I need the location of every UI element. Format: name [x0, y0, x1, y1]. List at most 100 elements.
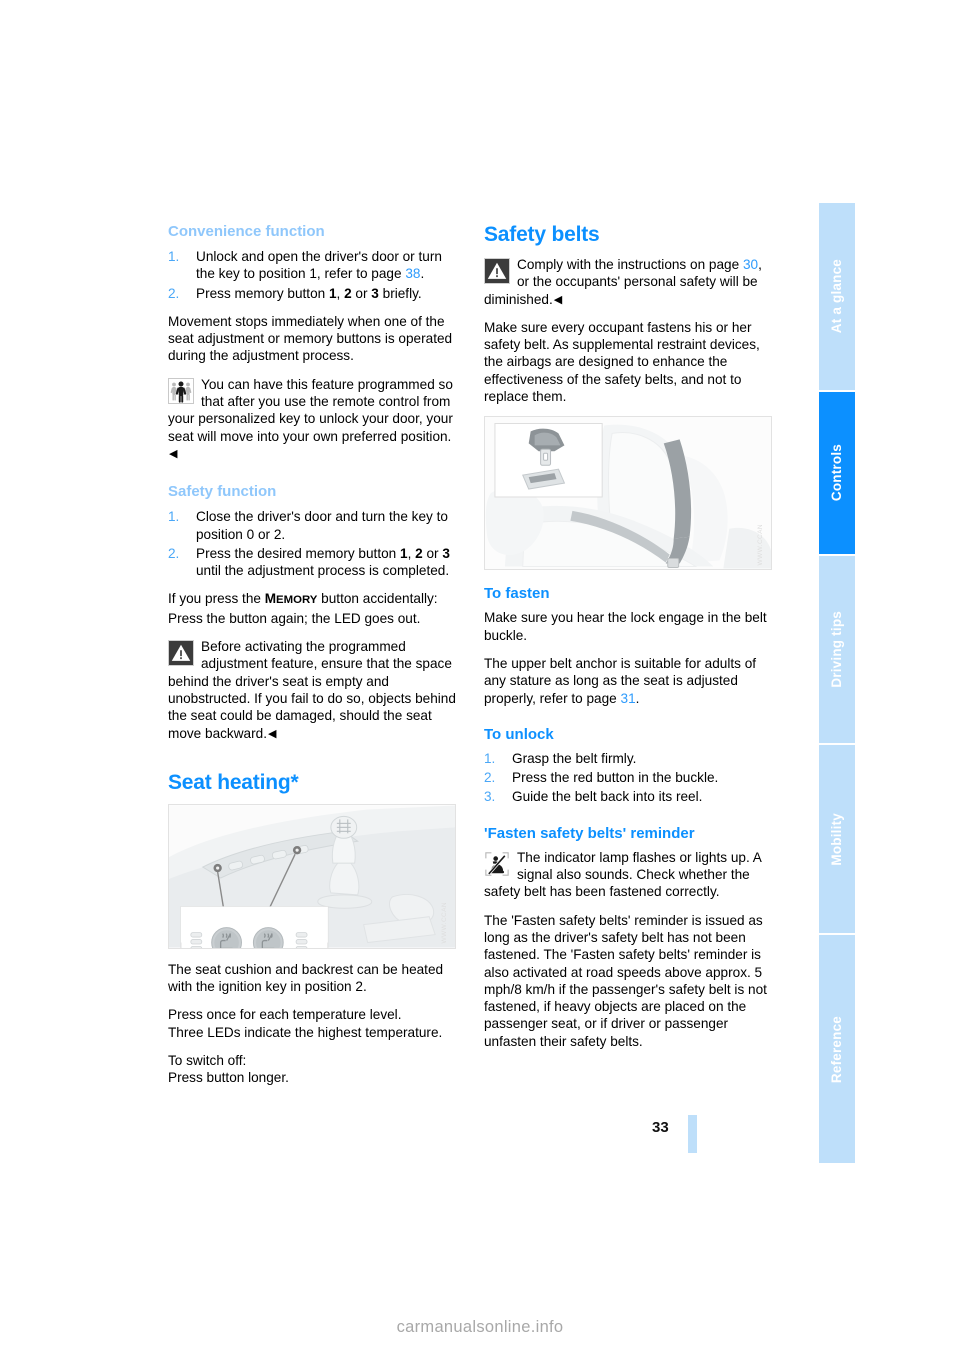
site-watermark: carmanualsonline.info — [396, 1318, 564, 1336]
tab-reference[interactable]: Reference — [819, 935, 855, 1164]
warning-triangle-icon — [484, 258, 510, 284]
end-of-note-mark: ◀ — [267, 727, 277, 740]
warning-text-a: Comply with the instructions on page — [517, 257, 743, 272]
step-text-tail: briefly. — [378, 285, 422, 301]
paragraph-to-fasten-1: Make sure you hear the lock engage in th… — [484, 610, 767, 643]
paragraph-reminder-details: The 'Fasten safety belts' reminder is is… — [484, 912, 767, 1049]
manual-page: At a glance Controls Driving tips Mobili… — [0, 0, 960, 1358]
safety-function-steps-list: 1. Close the driver's door and turn the k… — [168, 508, 456, 579]
memory-line-post: button accidentally: — [317, 591, 438, 607]
end-of-note-mark: ◀ — [169, 447, 178, 460]
button-label-1: 1 — [328, 285, 337, 301]
heading-safety-belts: Safety belts — [484, 223, 600, 246]
anchor-text-b: . — [635, 690, 640, 706]
step-number: 2. — [168, 545, 180, 561]
heading-to-fasten: To fasten — [484, 585, 550, 603]
press-once-line: Press once for each temperature level. — [168, 1007, 402, 1023]
step-number: 1. — [484, 750, 496, 766]
note-text: You can have this feature programmed so … — [168, 376, 453, 444]
step-text: Press the red button in the buckle. — [512, 770, 719, 786]
button-label-2: 2 — [415, 545, 423, 561]
heading-safety-function: Safety function — [168, 483, 277, 501]
separator: , — [336, 285, 345, 301]
step-number: 2. — [484, 770, 496, 786]
tab-at-a-glance[interactable]: At a glance — [819, 203, 855, 392]
memory-line-pre: If you press the — [168, 591, 265, 607]
step-text: Press the desired memory button — [196, 545, 400, 561]
end-of-note-mark: ◀ — [553, 293, 563, 306]
three-leds-line: Three LEDs indicate the highest temperat… — [168, 1024, 443, 1040]
figure-seat-heating-console: WWW.CCAN — [168, 803, 456, 949]
separator: or — [351, 285, 372, 301]
step-text: Close the driver's door and turn the key… — [196, 509, 448, 542]
button-label-3: 3 — [371, 285, 379, 301]
warning-comply-instructions: Comply with the instructions on page 30,… — [484, 256, 772, 308]
list-item: 3. Guide the belt back into its reel. — [484, 788, 772, 805]
tab-label: At a glance — [829, 259, 845, 334]
step-number: 1. — [168, 509, 180, 525]
button-label-2: 2 — [344, 285, 352, 301]
page-number-bar — [688, 1115, 697, 1153]
press-longer-line: Press button longer. — [168, 1070, 289, 1086]
paragraph-occupant-fastens: Make sure every occupant fastens his or … — [484, 319, 760, 405]
button-label-1: 1 — [400, 545, 408, 561]
list-item: 1. Unlock and open the driver's door or t… — [168, 248, 456, 283]
list-item: 2. Press memory button 1, 2 or 3 briefly. — [168, 285, 456, 302]
paragraph-to-fasten-2: The upper belt anchor is suitable for ad… — [484, 655, 772, 707]
list-item: 2. Press the red button in the buckle. — [484, 769, 772, 786]
page-reference[interactable]: 31 — [621, 691, 636, 706]
left-text-column: Convenience function 1. Unlock and open t… — [168, 222, 456, 1098]
step-text-tail: . — [420, 266, 425, 282]
heading-fasten-safety-belts-reminder: 'Fasten safety belts' reminder — [484, 824, 695, 842]
step-text: Grasp the belt firmly. — [512, 750, 637, 766]
paragraph-memory-accidental: If you press the MEMORY button accidenta… — [168, 590, 456, 627]
tab-controls[interactable]: Controls — [819, 391, 855, 556]
memory-line-2: Press the button again; the LED goes out… — [168, 610, 421, 626]
warning-programmed-adjustment: Before activating the programmed adjustm… — [168, 638, 456, 742]
list-item: 1. Grasp the belt firmly. — [484, 750, 772, 767]
step-number: 2. — [168, 285, 180, 301]
list-item: 1. Close the driver's door and turn the k… — [168, 508, 456, 543]
step-number: 1. — [168, 249, 180, 264]
page-number: 33 — [652, 1119, 669, 1136]
seatbelt-reminder-lamp-icon — [484, 851, 510, 877]
tab-label: Mobility — [829, 812, 845, 866]
note-personalized-key: You can have this feature programmed so … — [168, 376, 456, 462]
right-text-column: Safety belts Comply with the instruction… — [484, 222, 772, 1061]
button-label-3: 3 — [442, 545, 450, 561]
tab-label: Reference — [829, 1015, 845, 1083]
section-tab-rail: At a glance Controls Driving tips Mobili… — [819, 203, 855, 1164]
to-unlock-steps-list: 1. Grasp the belt firmly. 2. Press the red… — [484, 750, 772, 806]
step-number: 3. — [484, 789, 496, 805]
step-text-tail: until the adjustment process is complete… — [196, 563, 450, 579]
warning-triangle-icon — [168, 640, 194, 667]
separator: or — [422, 545, 443, 561]
warning-text: Before activating the programmed adjustm… — [168, 639, 456, 741]
figure-code: WWW.CCAN — [440, 902, 448, 944]
memory-cap: M — [264, 591, 277, 607]
heading-seat-heating: Seat heating* — [168, 770, 299, 794]
list-item: 2. Press the desired memory button 1, 2 o… — [168, 545, 456, 580]
step-text: Guide the belt back into its reel. — [512, 789, 703, 805]
tab-driving-tips[interactable]: Driving tips — [819, 555, 855, 745]
separator: , — [407, 545, 416, 561]
figure-safety-belt-seat: WWW.CCAN — [484, 416, 772, 571]
page-reference[interactable]: 30 — [743, 257, 758, 272]
convenience-steps-list: 1. Unlock and open the driver's door or t… — [168, 248, 456, 302]
paragraph-movement-stops: Movement stops immediately when one of t… — [168, 313, 453, 364]
paragraph-seat-heating-1: The seat cushion and backrest can be hea… — [168, 961, 444, 995]
heading-to-unlock: To unlock — [484, 725, 554, 743]
page-reference[interactable]: 38 — [405, 266, 420, 281]
figure-code: WWW.CCAN — [756, 523, 764, 566]
paragraph-seat-heating-2: Press once for each temperature level. T… — [168, 1006, 456, 1041]
step-text: Press memory button — [196, 285, 329, 301]
switch-off-line: To switch off: — [168, 1053, 247, 1069]
paragraph-seat-heating-3: To switch off: Press button longer. — [168, 1052, 456, 1087]
memory-smallcaps: EMORY — [276, 594, 318, 607]
person-remote-icon — [168, 377, 194, 404]
tab-mobility[interactable]: Mobility — [819, 744, 855, 936]
tab-label: Driving tips — [829, 610, 845, 688]
tab-label: Controls — [829, 444, 845, 502]
note-indicator-lamp: The indicator lamp flashes or lights up.… — [484, 849, 772, 901]
heading-convenience-function: Convenience function — [168, 223, 325, 240]
